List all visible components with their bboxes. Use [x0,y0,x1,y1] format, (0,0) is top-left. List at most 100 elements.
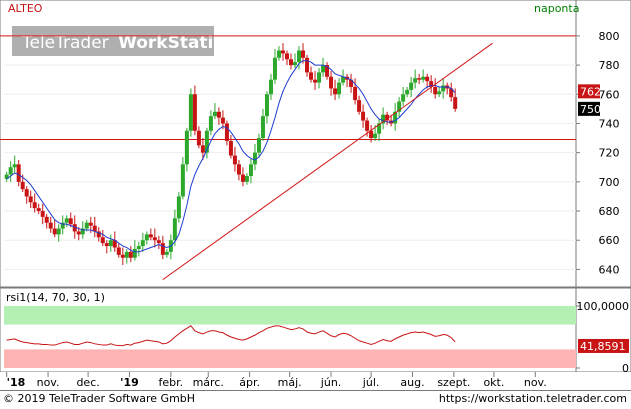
price-badge-upper: 762 [580,85,601,98]
candle-body [100,237,105,244]
period-label: naponta [534,2,579,15]
candle-body [309,72,314,80]
candle-body [236,164,241,175]
candle-body [289,59,294,66]
candle-body [120,254,125,258]
symbol-label: ALTEO [8,2,43,15]
price-tick-label: 640 [599,263,620,276]
chart-canvas[interactable]: TeleTrader WorkStation ALTEO naponta rsi… [0,0,631,390]
candle-body [32,202,37,209]
time-tick-label: '18 [7,376,26,389]
candle-body [409,82,414,90]
candle-body [220,117,225,124]
rsi-oversold-band [4,349,576,368]
copyright-text: © 2019 TeleTrader Software GmbH [3,392,196,405]
time-tick-label: júl. [362,376,380,389]
candle-body [453,97,458,109]
time-tick-label: nov. [37,376,60,389]
candle-body [52,228,57,235]
candle-body [264,94,269,117]
rsi-title: rsi1(14, 70, 30, 1) [6,291,105,304]
candle-body [24,189,29,197]
candle-body [84,222,89,229]
candle-body [293,62,298,66]
candle-body [44,216,49,223]
time-tick-label: márc. [193,376,224,389]
candle-body [148,234,153,238]
candle-body [64,218,69,223]
candle-body [224,123,229,141]
candle-body [40,211,45,217]
rsi-overbought-band [4,306,576,325]
candle-body [108,240,113,247]
candle-body [48,222,53,229]
candle-body [373,133,378,139]
candle-body [124,251,129,258]
candle-body [401,94,406,102]
candle-body [357,100,362,112]
candle-body [88,222,93,226]
candle-body [196,130,201,146]
candle-body [260,116,265,139]
candle-body [192,94,197,131]
candle-body [68,218,73,225]
price-tick-label: 680 [599,205,620,218]
candle-body [176,196,181,219]
candle-body [284,53,289,60]
candle-body [248,164,253,176]
candle-body [136,246,141,249]
time-tick-label: okt. [483,376,504,389]
candle-body [413,78,418,83]
candle-body [280,50,285,54]
candle-body [276,50,281,58]
candle-body [317,72,322,83]
candle-body [433,86,438,95]
price-badge-last: 750 [580,103,601,116]
candle-body [76,231,81,235]
candle-body [441,85,446,92]
candle-body [212,111,217,117]
candle-body [36,208,41,212]
candle-body [188,94,193,131]
time-tick-label: jún. [320,376,342,389]
candle-body [333,88,338,95]
candle-body [132,248,137,258]
candle-body [8,167,13,175]
candle-body [184,130,189,165]
website-link[interactable]: https://workstation.teletrader.com [439,392,627,405]
rsi-badge: 41,8591 [580,340,626,353]
candle-body [56,228,61,235]
candle-body [16,164,21,182]
time-tick-label: dec. [76,376,99,389]
candle-body [104,243,109,247]
candle-body [417,78,422,80]
time-tick-label: febr. [159,376,184,389]
candle-body [228,140,233,156]
price-tick-label: 760 [599,88,620,101]
candle-body [405,89,410,95]
candle-body [164,251,169,255]
candle-body [12,164,17,168]
candle-body [180,164,185,197]
candle-body [144,234,149,241]
candle-body [365,120,370,131]
candle-body [313,79,318,83]
candle-body [216,111,221,118]
candle-body [353,86,358,101]
time-tick-label: máj. [278,376,302,389]
price-tick-label: 740 [599,117,620,130]
rsi-tick-label: 100,0000 [577,300,630,313]
candle-body [20,181,25,190]
candle-body [156,240,161,244]
price-tick-label: 700 [599,176,620,189]
candle-body [172,218,177,241]
candle-body [116,247,121,255]
time-tick-label: '19 [120,376,139,389]
candle-body [297,50,302,63]
candle-body [321,65,326,73]
candle-body [244,176,249,182]
candle-body [305,57,310,73]
time-tick-label: aug. [400,376,424,389]
candle-body [28,196,33,203]
candle-body [256,138,261,153]
